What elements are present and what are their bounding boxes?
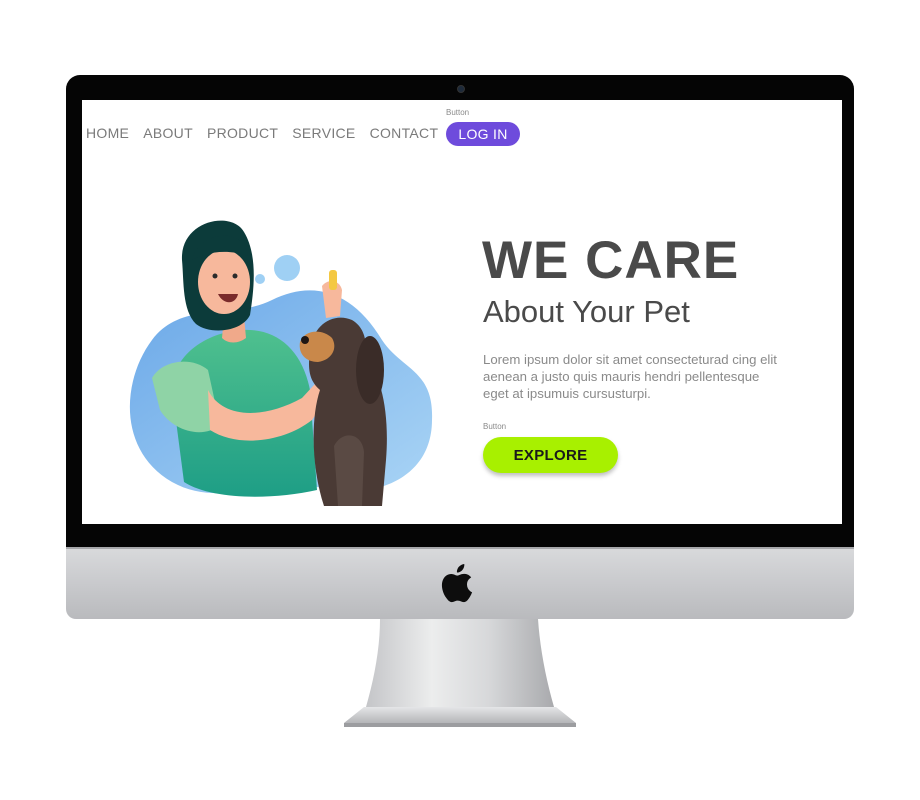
explore-button-caption: Button <box>483 422 507 431</box>
vet-with-dog-illustration <box>129 220 433 506</box>
apple-logo-icon <box>441 564 473 603</box>
nav-contact[interactable]: CONTACT <box>370 125 439 141</box>
explore-button[interactable]: EXPLORE <box>483 437 618 473</box>
chin-divider <box>66 547 854 549</box>
top-navigation: HOME ABOUT PRODUCT SERVICE CONTACT <box>86 125 452 141</box>
hero-subtitle: About Your Pet <box>483 294 690 329</box>
login-button[interactable]: LOG IN <box>446 122 520 146</box>
hero-title: WE CARE <box>482 231 740 290</box>
desktop-mockup: HOME ABOUT PRODUCT SERVICE CONTACT Butto… <box>0 0 920 800</box>
nav-home[interactable]: HOME <box>86 125 129 141</box>
monitor-stand <box>344 619 576 727</box>
nav-about[interactable]: ABOUT <box>143 125 193 141</box>
website-screen: HOME ABOUT PRODUCT SERVICE CONTACT Butto… <box>82 100 842 524</box>
hero-description: Lorem ipsum dolor sit amet consecteturad… <box>483 352 777 401</box>
nav-service[interactable]: SERVICE <box>292 125 355 141</box>
nav-product[interactable]: PRODUCT <box>207 125 278 141</box>
login-button-caption: Button <box>446 108 470 117</box>
camera-icon <box>457 85 465 93</box>
